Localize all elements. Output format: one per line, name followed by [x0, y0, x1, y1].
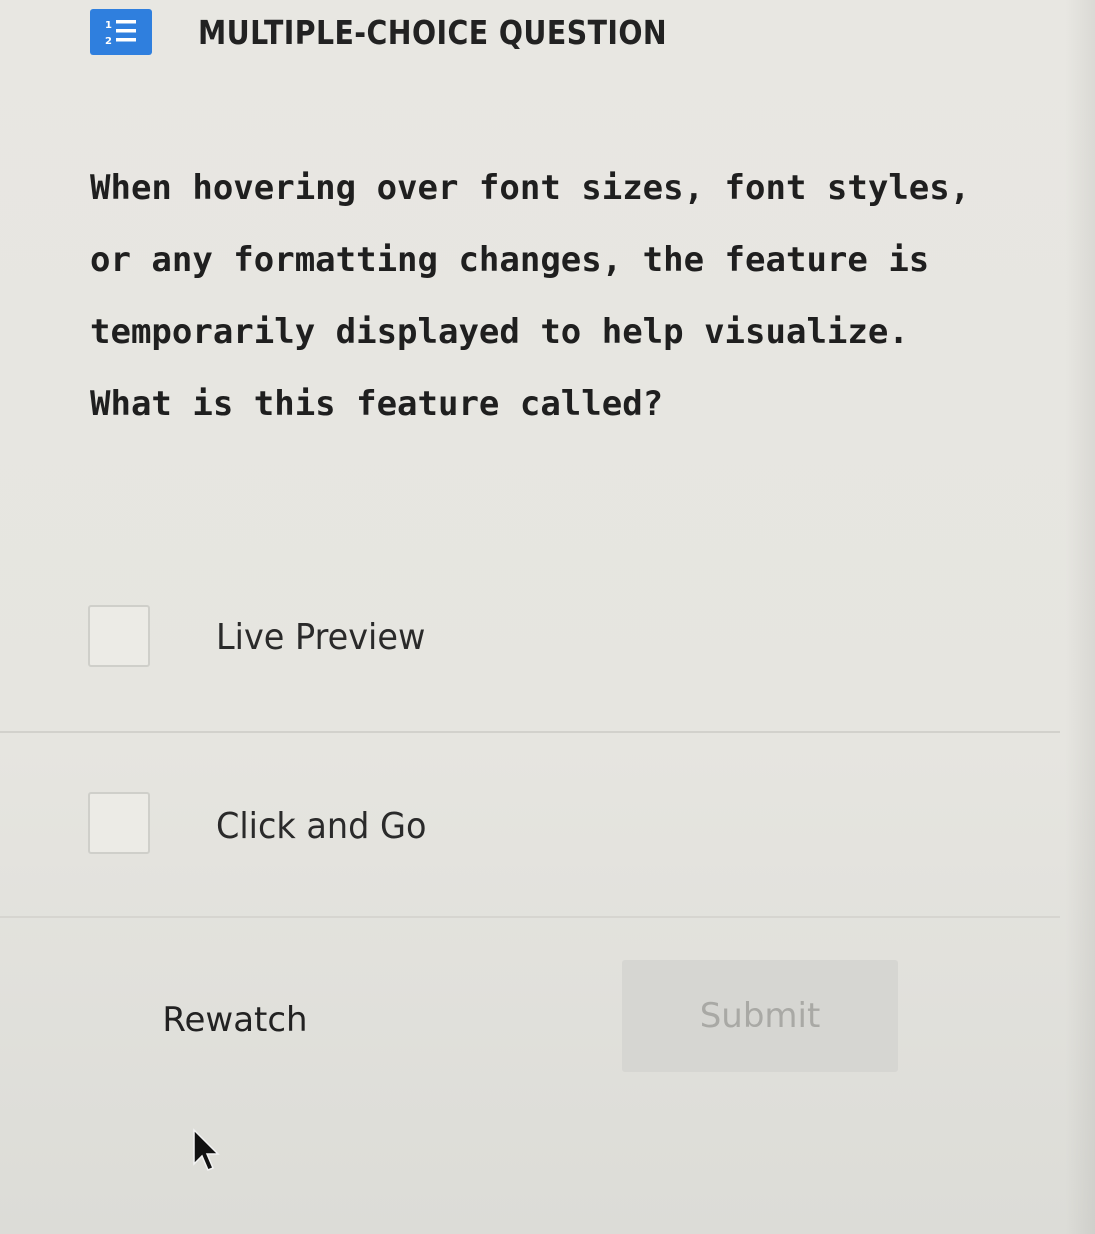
svg-text:2: 2: [105, 36, 112, 47]
answer-label: Live Preview: [216, 617, 426, 658]
submit-button[interactable]: Submit: [622, 960, 898, 1072]
screen-edge-shadow: [1065, 0, 1095, 1234]
question-type-title: MULTIPLE-CHOICE QUESTION: [198, 12, 668, 52]
answer-option-live-preview[interactable]: Live Preview: [0, 555, 1060, 735]
question-text: When hovering over font sizes, font styl…: [90, 168, 971, 424]
answer-label: Click and Go: [216, 806, 427, 847]
answer-checkbox[interactable]: [88, 792, 150, 854]
option-divider: [0, 731, 1060, 733]
options-bottom-divider: [0, 916, 1060, 918]
svg-text:1: 1: [105, 20, 112, 31]
rewatch-button[interactable]: Rewatch: [150, 980, 320, 1060]
question-header: 1 2 MULTIPLE-CHOICE QUESTION: [90, 8, 743, 56]
numbered-list-icon: 1 2: [90, 9, 152, 55]
answer-checkbox[interactable]: [88, 605, 150, 667]
answer-option-click-and-go[interactable]: Click and Go: [0, 740, 1060, 920]
mouse-pointer-icon: [190, 1128, 222, 1176]
